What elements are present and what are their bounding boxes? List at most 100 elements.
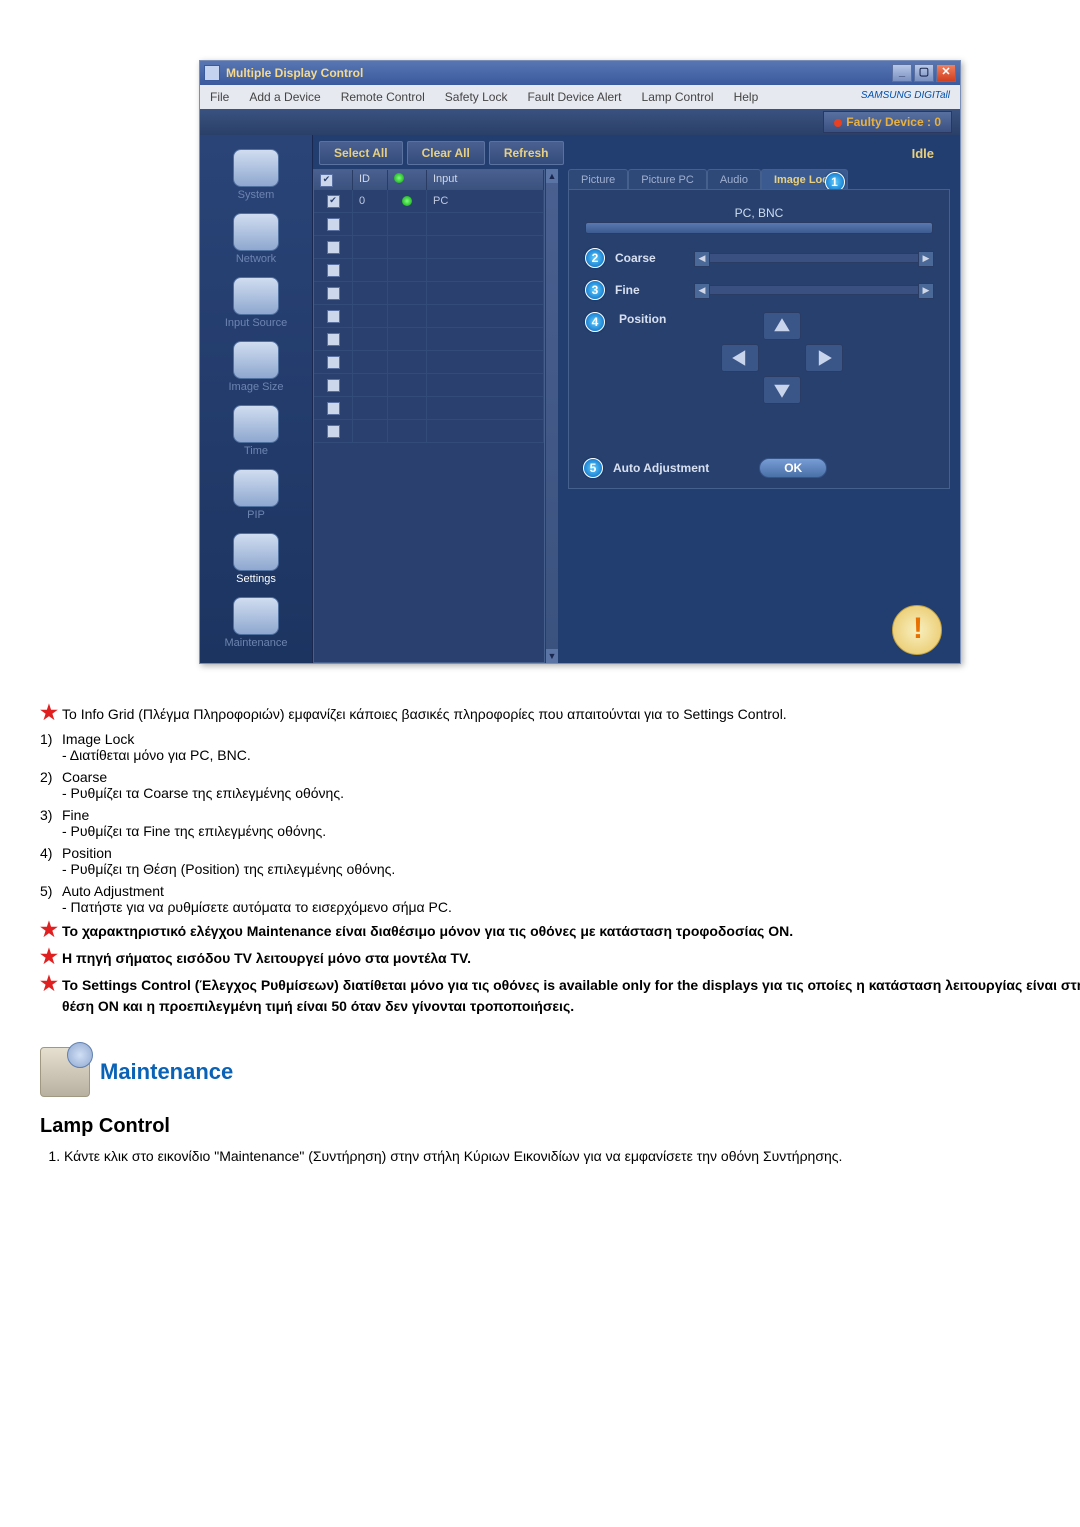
- nav-pip[interactable]: PIP: [200, 463, 312, 527]
- app-icon: [204, 65, 220, 81]
- position-left-button[interactable]: [721, 344, 759, 372]
- cell-id: [353, 259, 388, 281]
- table-row[interactable]: [314, 213, 544, 236]
- info-grid: ID Input 0PC: [313, 169, 545, 663]
- tab-image-lock[interactable]: Image Lock1: [761, 169, 848, 190]
- cell-id: [353, 328, 388, 350]
- position-down-button[interactable]: [763, 376, 801, 404]
- header-input[interactable]: Input: [427, 170, 544, 190]
- header-id[interactable]: ID: [353, 170, 388, 190]
- header-checkbox[interactable]: [320, 174, 333, 187]
- menu-add-device[interactable]: Add a Device: [239, 87, 330, 107]
- tab-picture-pc[interactable]: Picture PC: [628, 169, 707, 190]
- position-right-button[interactable]: [805, 344, 843, 372]
- status-idle: Idle: [912, 146, 954, 161]
- nav-input-source[interactable]: Input Source: [200, 271, 312, 335]
- arrow-right-icon[interactable]: ▶: [918, 251, 934, 267]
- list-item: 3)Fine- Ρυθμίζει τα Fine της επιλεγμένης…: [40, 807, 1080, 839]
- nav-image-size[interactable]: Image Size: [200, 335, 312, 399]
- marker-2: 2: [585, 248, 605, 268]
- notes-section: ★Το Info Grid (Πλέγμα Πληροφοριών) εμφαν…: [40, 704, 1080, 1017]
- ok-button[interactable]: OK: [759, 458, 827, 478]
- cell-input: [427, 236, 544, 258]
- menu-fault-device-alert[interactable]: Fault Device Alert: [517, 87, 631, 107]
- menu-help[interactable]: Help: [724, 87, 769, 107]
- row-checkbox[interactable]: [327, 425, 340, 438]
- clear-all-button[interactable]: Clear All: [407, 141, 485, 165]
- cell-id: [353, 420, 388, 442]
- cell-input: [427, 420, 544, 442]
- nav-maintenance[interactable]: Maintenance: [200, 591, 312, 655]
- scroll-down-icon[interactable]: ▼: [546, 649, 558, 663]
- coarse-label: Coarse: [615, 251, 685, 265]
- close-button[interactable]: ✕: [936, 64, 956, 82]
- fine-label: Fine: [615, 283, 685, 297]
- nav-network[interactable]: Network: [200, 207, 312, 271]
- grid-scrollbar[interactable]: ▲ ▼: [545, 169, 558, 663]
- table-row[interactable]: [314, 305, 544, 328]
- coarse-slider[interactable]: ◀▶: [695, 253, 933, 263]
- cell-input: [427, 397, 544, 419]
- tab-picture[interactable]: Picture: [568, 169, 628, 190]
- menu-safety-lock[interactable]: Safety Lock: [435, 87, 518, 107]
- row-checkbox[interactable]: [327, 195, 340, 208]
- nav-system[interactable]: System: [200, 143, 312, 207]
- maintenance-icon: [40, 1047, 90, 1097]
- menu-file[interactable]: File: [200, 87, 239, 107]
- row-checkbox[interactable]: [327, 287, 340, 300]
- table-row[interactable]: [314, 236, 544, 259]
- app-window: Multiple Display Control _ ▢ ✕ File Add …: [199, 60, 961, 664]
- menu-remote-control[interactable]: Remote Control: [331, 87, 435, 107]
- select-all-button[interactable]: Select All: [319, 141, 403, 165]
- list-item: 5)Auto Adjustment- Πατήστε για να ρυθμίσ…: [40, 883, 1080, 915]
- row-checkbox[interactable]: [327, 379, 340, 392]
- row-checkbox[interactable]: [327, 264, 340, 277]
- nav-settings[interactable]: Settings: [200, 527, 312, 591]
- cell-input: [427, 213, 544, 235]
- faulty-device-badge[interactable]: Faulty Device : 0: [823, 111, 952, 133]
- table-row[interactable]: [314, 374, 544, 397]
- sidebar: System Network Input Source Image Size T…: [200, 135, 313, 663]
- minimize-button[interactable]: _: [892, 64, 912, 82]
- row-checkbox[interactable]: [327, 356, 340, 369]
- row-checkbox[interactable]: [327, 241, 340, 254]
- table-row[interactable]: [314, 351, 544, 374]
- position-up-button[interactable]: [763, 312, 801, 340]
- scroll-up-icon[interactable]: ▲: [546, 169, 558, 183]
- app-title: Multiple Display Control: [226, 66, 363, 80]
- cell-id: [353, 236, 388, 258]
- table-row[interactable]: 0PC: [314, 190, 544, 213]
- star-icon: ★: [40, 921, 62, 939]
- list-item: Κάντε κλικ στο εικονίδιο "Maintenance" (…: [64, 1146, 1080, 1167]
- arrow-left-icon[interactable]: ◀: [694, 251, 710, 267]
- lamp-control-steps: Κάντε κλικ στο εικονίδιο "Maintenance" (…: [40, 1146, 1080, 1167]
- menu-lamp-control[interactable]: Lamp Control: [632, 87, 724, 107]
- row-checkbox[interactable]: [327, 218, 340, 231]
- cell-input: [427, 305, 544, 327]
- nav-time[interactable]: Time: [200, 399, 312, 463]
- cell-id: [353, 282, 388, 304]
- tab-audio[interactable]: Audio: [707, 169, 761, 190]
- lamp-control-heading: Lamp Control: [40, 1115, 1080, 1138]
- pc-bnc-bar: [585, 222, 933, 234]
- row-checkbox[interactable]: [327, 333, 340, 346]
- arrow-left-icon[interactable]: ◀: [694, 283, 710, 299]
- maximize-button[interactable]: ▢: [914, 64, 934, 82]
- refresh-button[interactable]: Refresh: [489, 141, 564, 165]
- row-checkbox[interactable]: [327, 402, 340, 415]
- cell-id: [353, 305, 388, 327]
- row-checkbox[interactable]: [327, 310, 340, 323]
- star-icon: ★: [40, 975, 62, 993]
- table-row[interactable]: [314, 259, 544, 282]
- table-row[interactable]: [314, 420, 544, 443]
- star-icon: ★: [40, 704, 62, 722]
- table-row[interactable]: [314, 397, 544, 420]
- pc-bnc-label: PC, BNC: [735, 206, 784, 220]
- table-row[interactable]: [314, 328, 544, 351]
- star-icon: ★: [40, 948, 62, 966]
- arrow-right-icon[interactable]: ▶: [918, 283, 934, 299]
- settings-panel: PC, BNC 2 Coarse ◀▶ 3 Fine ◀▶ 4: [568, 189, 950, 489]
- fine-slider[interactable]: ◀▶: [695, 285, 933, 295]
- table-row[interactable]: [314, 282, 544, 305]
- cell-input: [427, 282, 544, 304]
